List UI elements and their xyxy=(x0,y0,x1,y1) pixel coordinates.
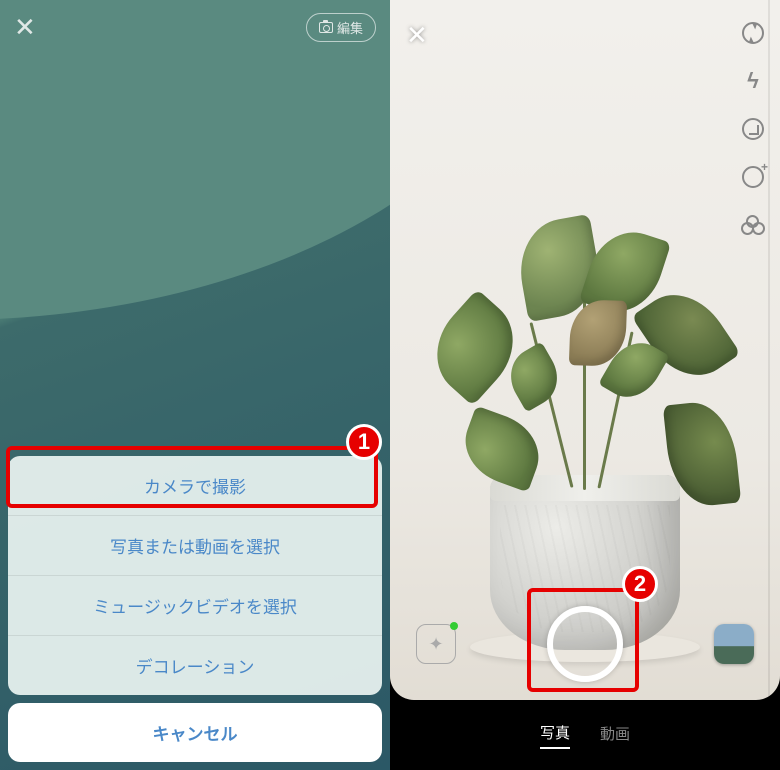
left-header: ✕ 編集 xyxy=(0,12,390,43)
face-effect-icon[interactable] xyxy=(740,164,766,190)
camera-bottom-controls: ✦ xyxy=(390,606,780,682)
flash-icon[interactable]: ϟ xyxy=(740,68,766,94)
decorative-curve xyxy=(0,0,390,320)
edit-button[interactable]: 編集 xyxy=(306,13,376,42)
close-icon[interactable]: ✕ xyxy=(14,12,36,43)
color-filter-icon[interactable] xyxy=(740,212,766,238)
camera-close-icon[interactable]: ✕ xyxy=(406,20,428,51)
effects-button[interactable]: ✦ xyxy=(416,624,456,664)
mode-photo[interactable]: 写真 xyxy=(540,722,570,749)
cancel-button[interactable]: キャンセル xyxy=(8,703,382,762)
action-sheet-options: カメラで撮影 写真または動画を選択 ミュージックビデオを選択 デコレーション xyxy=(8,456,382,695)
option-decoration[interactable]: デコレーション xyxy=(8,636,382,695)
camera-side-controls: ϟ xyxy=(740,20,766,238)
annotation-badge-1: 1 xyxy=(346,424,382,460)
edit-label: 編集 xyxy=(337,18,363,37)
shutter-button[interactable] xyxy=(547,606,623,682)
profile-background-screen: ✕ 編集 カメラで撮影 写真または動画を選択 ミュージックビデオを選択 デコレー… xyxy=(0,0,390,770)
mode-video[interactable]: 動画 xyxy=(600,723,630,748)
camera-icon xyxy=(319,22,333,33)
action-sheet: カメラで撮影 写真または動画を選択 ミュージックビデオを選択 デコレーション キ… xyxy=(0,448,390,770)
camera-screen: ✕ ϟ ✦ 写真 動画 2 xyxy=(390,0,780,770)
wall-corner-line xyxy=(768,0,770,700)
aspect-ratio-icon[interactable] xyxy=(740,116,766,142)
camera-viewfinder: ✕ ϟ ✦ xyxy=(390,0,780,700)
annotation-badge-2: 2 xyxy=(622,566,658,602)
option-music-video[interactable]: ミュージックビデオを選択 xyxy=(8,576,382,636)
option-camera[interactable]: カメラで撮影 xyxy=(8,456,382,516)
option-select-photo-video[interactable]: 写真または動画を選択 xyxy=(8,516,382,576)
plant-foliage xyxy=(580,480,590,490)
switch-camera-icon[interactable] xyxy=(740,20,766,46)
gallery-thumbnail[interactable] xyxy=(714,624,754,664)
camera-mode-tabs: 写真 動画 xyxy=(390,700,780,770)
